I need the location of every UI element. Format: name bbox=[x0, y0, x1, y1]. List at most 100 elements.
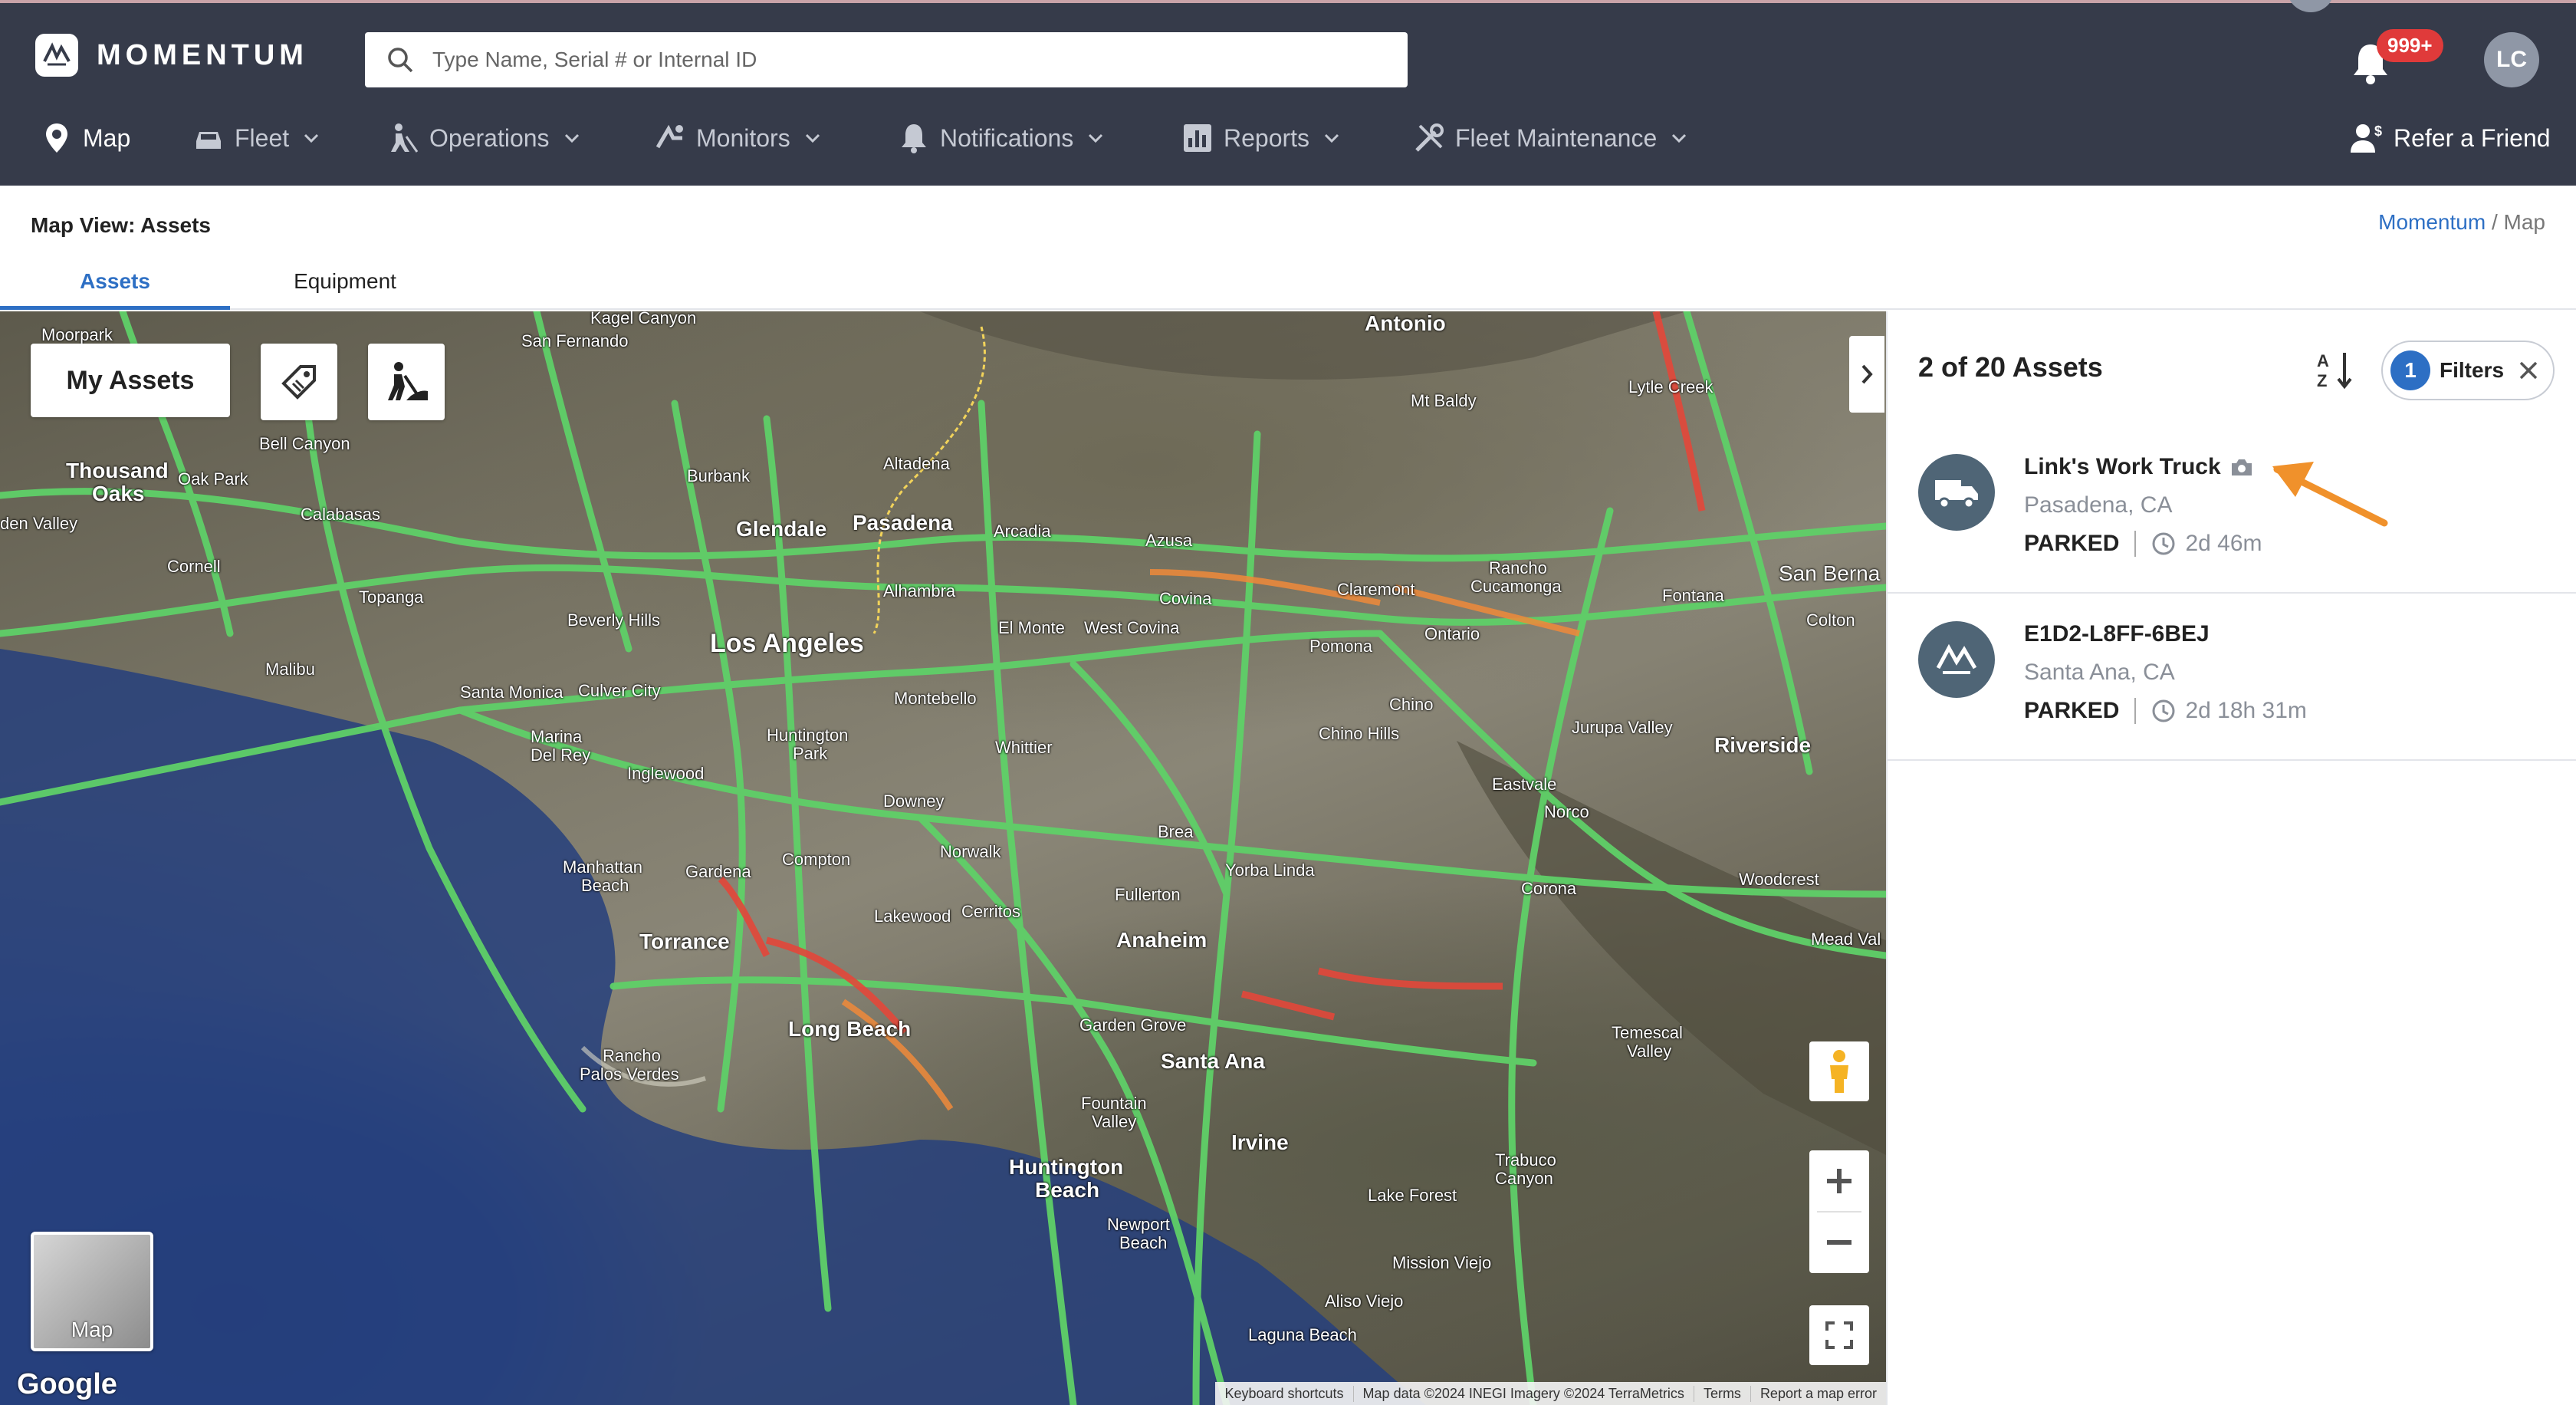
map-canvas[interactable]: Kagel Canyon Moorpark San Fernando Anton… bbox=[0, 311, 1886, 1405]
map-label: Riverside bbox=[1714, 733, 1812, 757]
map-label: Downey bbox=[883, 791, 945, 811]
camera-icon[interactable] bbox=[2230, 457, 2253, 477]
collapse-panel-button[interactable] bbox=[1849, 336, 1884, 413]
asset-name-text: Link's Work Truck bbox=[2024, 454, 2221, 479]
map-label: Garden Grove bbox=[1079, 1015, 1187, 1035]
clock-icon bbox=[2152, 699, 2175, 722]
worker-filter-button[interactable] bbox=[368, 344, 445, 420]
map-label: Chino bbox=[1389, 695, 1434, 714]
nav-monitors[interactable]: Monitors bbox=[653, 115, 821, 161]
fullscreen-icon bbox=[1825, 1321, 1853, 1349]
map-label: Temescal bbox=[1612, 1023, 1683, 1042]
map-label: Aliso Viejo bbox=[1325, 1291, 1404, 1311]
fullscreen-button[interactable] bbox=[1809, 1305, 1869, 1365]
list-item[interactable]: Link's Work Truck Pasadena, CA PARKED 2d… bbox=[1888, 426, 2576, 594]
keyboard-shortcuts-link[interactable]: Keyboard shortcuts bbox=[1215, 1386, 1352, 1402]
street-view-button[interactable] bbox=[1809, 1041, 1869, 1101]
asset-name: E1D2-L8FF-6BEJ bbox=[2024, 621, 2210, 647]
map-label: Cornell bbox=[167, 557, 221, 576]
map-label: Manhattan bbox=[563, 857, 642, 877]
nav-fleet[interactable]: Fleet bbox=[192, 115, 320, 161]
minus-icon bbox=[1827, 1240, 1852, 1245]
worker-digging-icon bbox=[388, 362, 428, 400]
map-label: Fountain bbox=[1081, 1094, 1147, 1113]
map-label: Moorpark bbox=[41, 325, 113, 344]
search-input[interactable] bbox=[432, 48, 1352, 72]
asset-location: Pasadena, CA bbox=[2024, 492, 2173, 518]
map-label: Torrance bbox=[639, 930, 730, 953]
zoom-out-button[interactable] bbox=[1809, 1212, 1869, 1273]
map-label: Santa Ana bbox=[1161, 1049, 1265, 1073]
asset-duration: 2d 46m bbox=[2185, 531, 2262, 556]
view-tabs: Assets Equipment bbox=[0, 253, 460, 310]
map-label: Valley bbox=[1627, 1041, 1672, 1061]
map-label: Montebello bbox=[894, 689, 977, 708]
truck-icon bbox=[1935, 480, 1978, 509]
map-label: Alhambra bbox=[883, 581, 956, 600]
breadcrumb-root-link[interactable]: Momentum bbox=[2378, 210, 2486, 234]
map-label: Norco bbox=[1544, 802, 1589, 821]
map-label: Yorba Linda bbox=[1225, 860, 1315, 880]
page-subheader: Map View: Assets Momentum / Map Assets E… bbox=[0, 186, 2576, 310]
tab-assets[interactable]: Assets bbox=[0, 253, 230, 310]
zoom-divider bbox=[1817, 1211, 1861, 1213]
refer-a-friend-link[interactable]: $ Refer a Friend bbox=[2349, 115, 2551, 161]
nav-fleet-maintenance-label: Fleet Maintenance bbox=[1455, 123, 1658, 152]
nav-reports[interactable]: Reports bbox=[1181, 115, 1340, 161]
zoom-controls bbox=[1809, 1150, 1869, 1273]
map-label: Anaheim bbox=[1116, 928, 1208, 952]
tag-icon bbox=[281, 365, 316, 400]
filters-count-badge: 1 bbox=[2390, 350, 2430, 390]
map-label: Mead Val bbox=[1811, 930, 1881, 949]
map-label: Beverly Hills bbox=[567, 610, 661, 630]
map-label: Beach bbox=[1119, 1233, 1168, 1252]
nav-reports-label: Reports bbox=[1224, 123, 1310, 152]
sort-az-icon[interactable]: A Z bbox=[2314, 348, 2357, 391]
help-bubble[interactable] bbox=[2288, 0, 2334, 12]
map-label: Covina bbox=[1159, 589, 1212, 608]
map-label: Norwalk bbox=[940, 842, 1001, 861]
car-icon bbox=[196, 132, 221, 149]
user-dollar-icon: $ bbox=[2351, 123, 2382, 153]
report-map-error-link[interactable]: Report a map error bbox=[1750, 1385, 1886, 1402]
asset-list-panel: 2 of 20 Assets A Z 1 Filters Link's Work… bbox=[1886, 311, 2576, 1405]
refer-label: Refer a Friend bbox=[2394, 123, 2551, 152]
map-label: Bell Canyon bbox=[259, 434, 350, 453]
map-label: Laguna Beach bbox=[1248, 1325, 1357, 1344]
tag-filter-button[interactable] bbox=[261, 344, 337, 420]
map-label: Park bbox=[793, 744, 828, 763]
user-avatar[interactable]: LC bbox=[2484, 32, 2539, 87]
search-box[interactable] bbox=[365, 32, 1408, 87]
svg-text:Z: Z bbox=[2317, 371, 2327, 390]
nav-map[interactable]: Map bbox=[40, 115, 130, 161]
page-title: Map View: Assets bbox=[31, 213, 211, 237]
map-label: Kagel Canyon bbox=[590, 311, 697, 327]
map-label: Palos Verdes bbox=[580, 1064, 679, 1084]
nav-fleet-maintenance[interactable]: Fleet Maintenance bbox=[1412, 115, 1687, 161]
nav-notifications[interactable]: Notifications bbox=[897, 115, 1104, 161]
breadcrumb-separator: / bbox=[2486, 210, 2504, 234]
my-assets-button[interactable]: My Assets bbox=[31, 344, 230, 417]
close-icon[interactable] bbox=[2518, 360, 2539, 381]
map-type-toggle[interactable]: Map bbox=[31, 1232, 153, 1351]
map-label: Jurupa Valley bbox=[1572, 718, 1673, 737]
terms-link[interactable]: Terms bbox=[1693, 1385, 1750, 1402]
map-label: Lakewood bbox=[874, 907, 951, 926]
map-label: West Covina bbox=[1084, 618, 1180, 637]
search-icon bbox=[388, 48, 413, 73]
map-label: Fontana bbox=[1662, 586, 1724, 605]
chevron-right-icon bbox=[1861, 364, 1873, 384]
tab-equipment[interactable]: Equipment bbox=[230, 253, 460, 310]
brand-logo[interactable]: MOMENTUM bbox=[35, 34, 308, 77]
bell-icon bbox=[902, 124, 926, 153]
nav-operations[interactable]: Operations bbox=[386, 115, 580, 161]
momentum-logo-icon bbox=[1936, 643, 1977, 674]
nav-operations-label: Operations bbox=[429, 123, 550, 152]
zoom-in-button[interactable] bbox=[1809, 1150, 1869, 1212]
list-item[interactable]: E1D2-L8FF-6BEJ Santa Ana, CA PARKED 2d 1… bbox=[1888, 594, 2576, 761]
map-label: Chino Hills bbox=[1319, 724, 1400, 743]
asset-count: 2 of 20 Assets bbox=[1918, 351, 2103, 383]
filters-button[interactable]: 1 Filters bbox=[2381, 341, 2555, 400]
map-label: den Valley bbox=[0, 514, 78, 533]
map-label: San Fernando bbox=[521, 331, 629, 350]
